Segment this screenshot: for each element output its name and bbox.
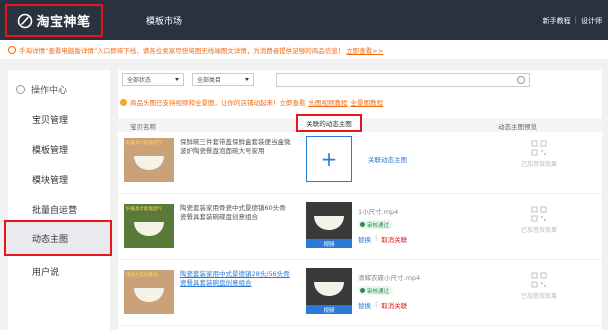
tip-text: 商品头图已支持视频和全景图，让你的店铺动起来！立即查看 [130, 99, 306, 107]
qr-code-icon [531, 140, 547, 156]
sidebar-item-label: 动态主图 [32, 234, 69, 245]
sidebar-item-product-management[interactable]: 宝贝管理 [8, 104, 110, 134]
video-thumbnail[interactable]: 视频 [306, 268, 352, 314]
chevron-down-icon [245, 78, 249, 81]
qr-code-icon [531, 206, 547, 222]
dynamic-image-preview: 已加音效效果 [504, 140, 574, 180]
video-tutorial-link[interactable]: 头图视频教程 [309, 97, 348, 107]
warning-icon [120, 98, 127, 106]
product-thumbnail[interactable]: 送受才是好餐具 [124, 270, 174, 314]
notice-bar: 手淘详情“查看电脑版详情”入口即将下线，请各位卖家尽快将图无线端图文详情，为消费… [0, 40, 608, 60]
sidebar-item-module-management[interactable]: 模块管理 [8, 164, 110, 194]
product-thumbnail[interactable]: 好餐具才能做酒气 [124, 204, 174, 248]
product-title: 保鲜碗三件套带盖保鲜盒套装便当盒微波炉陶瓷餐盘泡面碗大号家用 [180, 138, 291, 155]
video-filename: 1小尺寸.mp4 [358, 208, 399, 216]
preview-text: 已加音效效果 [520, 293, 557, 300]
table-row: 送受才是好餐具 陶瓷套装家用中式景德镇28头/56头骨瓷餐具套装碗盘创意组合 视… [118, 264, 602, 326]
panorama-tutorial-link[interactable]: 全景图教程 [351, 97, 384, 107]
preview-text: 已加音效效果 [520, 161, 557, 168]
sidebar-item-label: 模板管理 [32, 145, 69, 156]
table-row: 好餐具才能做酒气 保鲜碗三件套带盖保鲜盒套装便当盒微波炉陶瓷餐盘泡面碗大号家用 … [118, 132, 602, 194]
sidebar-item-user-reviews[interactable]: 用户说 [8, 256, 110, 286]
bowl-image [314, 216, 344, 230]
sidebar-item-dynamic-main-image[interactable]: 动态主图 [4, 220, 112, 256]
sidebar-item-template-management[interactable]: 模板管理 [8, 134, 110, 164]
sidebar-heading: 操作中心 [8, 74, 110, 104]
sidebar-heading-label: 操作中心 [31, 85, 68, 96]
thumbnail-caption: 好餐具才能做酒气 [126, 207, 162, 212]
sidebar: 操作中心 宝贝管理 模板管理 模块管理 批量自运营 动态主图 用户说 [4, 70, 112, 330]
sidebar-item-label: 宝贝管理 [32, 115, 69, 126]
status-select-value: 全部状态 [127, 77, 152, 84]
product-thumbnail[interactable]: 好餐具才能做酒气 [124, 138, 174, 182]
replace-link[interactable]: 替换 [358, 234, 371, 244]
review-status-badge: 审核通过 [358, 286, 394, 295]
tip-bar: 商品头图已支持视频和全景图，让你的店铺动起来！立即查看 头图视频教程 全景图教程 [120, 97, 383, 107]
nav-template-market[interactable]: 模板市场 [146, 14, 182, 27]
link-dynamic-image-link[interactable]: 关联动态主图 [368, 154, 407, 164]
search-input[interactable] [276, 73, 530, 87]
video-filename: 清辉衣碟小尺寸.mp4 [358, 274, 421, 282]
logo-text: 淘宝神笔 [36, 15, 91, 30]
review-status-text: 审核通过 [367, 288, 390, 295]
unlink-link[interactable]: 取消关联 [381, 234, 407, 244]
operation-center-icon [16, 84, 25, 94]
top-right-links: 新手教程 | 设计师 [543, 16, 602, 26]
video-actions: 替换 | 取消关联 [358, 234, 407, 244]
video-label: 视频 [306, 305, 352, 314]
action-separator: | [375, 234, 378, 242]
chevron-down-icon [175, 78, 179, 81]
search-icon[interactable] [517, 76, 525, 84]
logo[interactable]: 淘宝神笔 [5, 4, 103, 37]
category-select[interactable]: 全部类目 [192, 73, 254, 86]
action-separator: | [375, 300, 378, 308]
product-title-link[interactable]: 陶瓷套装家用中式景德镇28头/56头骨瓷餐具套装碗盘创意组合 [180, 270, 292, 288]
review-status-text: 审核通过 [367, 222, 390, 229]
bowl-image [134, 288, 164, 302]
video-actions: 替换 | 取消关联 [358, 300, 407, 310]
top-bar: 淘宝神笔 模板市场 新手教程 | 设计师 [0, 0, 608, 40]
sidebar-item-label: 批量自运营 [32, 205, 78, 216]
preview-text: 已加音效效果 [520, 227, 557, 234]
sidebar-item-label: 用户说 [32, 267, 60, 278]
thumbnail-caption: 好餐具才能做酒气 [126, 141, 162, 146]
main-panel: 全部状态 全部类目 商品头图已支持视频和全景图，让你的店铺动起来！立即查看 头图… [118, 70, 602, 330]
bowl-image [134, 222, 164, 236]
dynamic-image-preview: 已加音效效果 [504, 272, 574, 312]
add-dynamic-image-button[interactable]: + [306, 136, 352, 182]
column-product-name: 宝贝名称 [130, 123, 156, 131]
replace-link[interactable]: 替换 [358, 300, 371, 310]
bowl-image [134, 156, 164, 170]
video-label: 视频 [306, 239, 352, 248]
product-title: 陶瓷套装家用骨瓷中式景德镇60头骨瓷餐具套装碗碟盘创意组合 [180, 204, 286, 221]
link-separator: | [574, 16, 577, 24]
dynamic-image-preview: 已加音效效果 [504, 206, 574, 246]
notice-text: 手淘详情“查看电脑版详情”入口即将下线，请各位卖家尽快将图无线端图文详情，为消费… [19, 46, 345, 55]
check-icon [360, 288, 365, 293]
qr-code-icon [531, 272, 547, 288]
bowl-image [314, 282, 344, 296]
unlink-link[interactable]: 取消关联 [381, 300, 407, 310]
filters: 全部状态 全部类目 [122, 73, 254, 86]
check-icon [360, 222, 365, 227]
beginner-tutorial-link[interactable]: 新手教程 [543, 16, 571, 26]
thumbnail-caption: 送受才是好餐具 [126, 273, 158, 278]
column-linked-dynamic-image: 关联的动态主图 [296, 114, 362, 132]
review-status-badge: 审核通过 [358, 220, 394, 229]
notice-icon [8, 45, 16, 54]
video-thumbnail[interactable]: 视频 [306, 202, 352, 248]
status-select[interactable]: 全部状态 [122, 73, 184, 86]
table-row: 好餐具才能做酒气 陶瓷套装家用骨瓷中式景德镇60头骨瓷餐具套装碗碟盘创意组合 视… [118, 198, 602, 260]
brush-logo-icon [18, 13, 33, 28]
category-select-value: 全部类目 [197, 77, 222, 84]
sidebar-item-label: 模块管理 [32, 175, 69, 186]
designer-link[interactable]: 设计师 [581, 16, 602, 26]
table-header: 宝贝名称 关联的动态主图 动态主图预览 [118, 114, 602, 132]
column-dynamic-image-preview: 动态主图预览 [498, 123, 537, 131]
notice-link[interactable]: 立即查看>> [346, 45, 383, 55]
